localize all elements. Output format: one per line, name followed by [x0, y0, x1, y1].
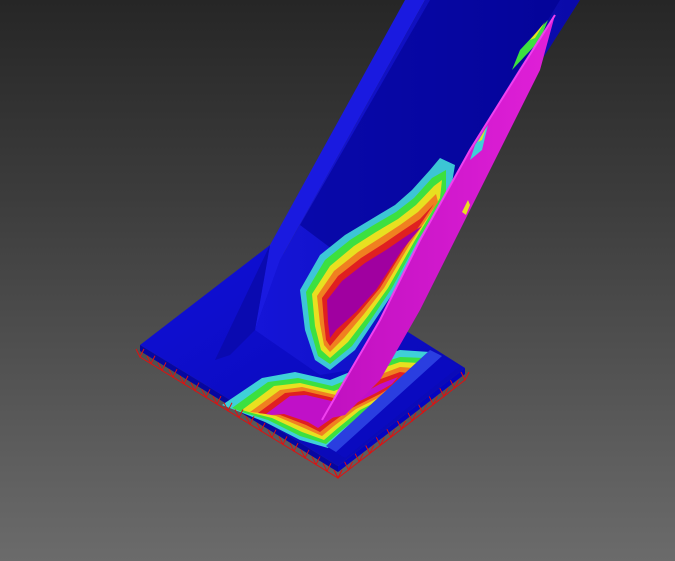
fea-model-scene[interactable] [0, 0, 675, 561]
3d-viewport[interactable] [0, 0, 675, 561]
